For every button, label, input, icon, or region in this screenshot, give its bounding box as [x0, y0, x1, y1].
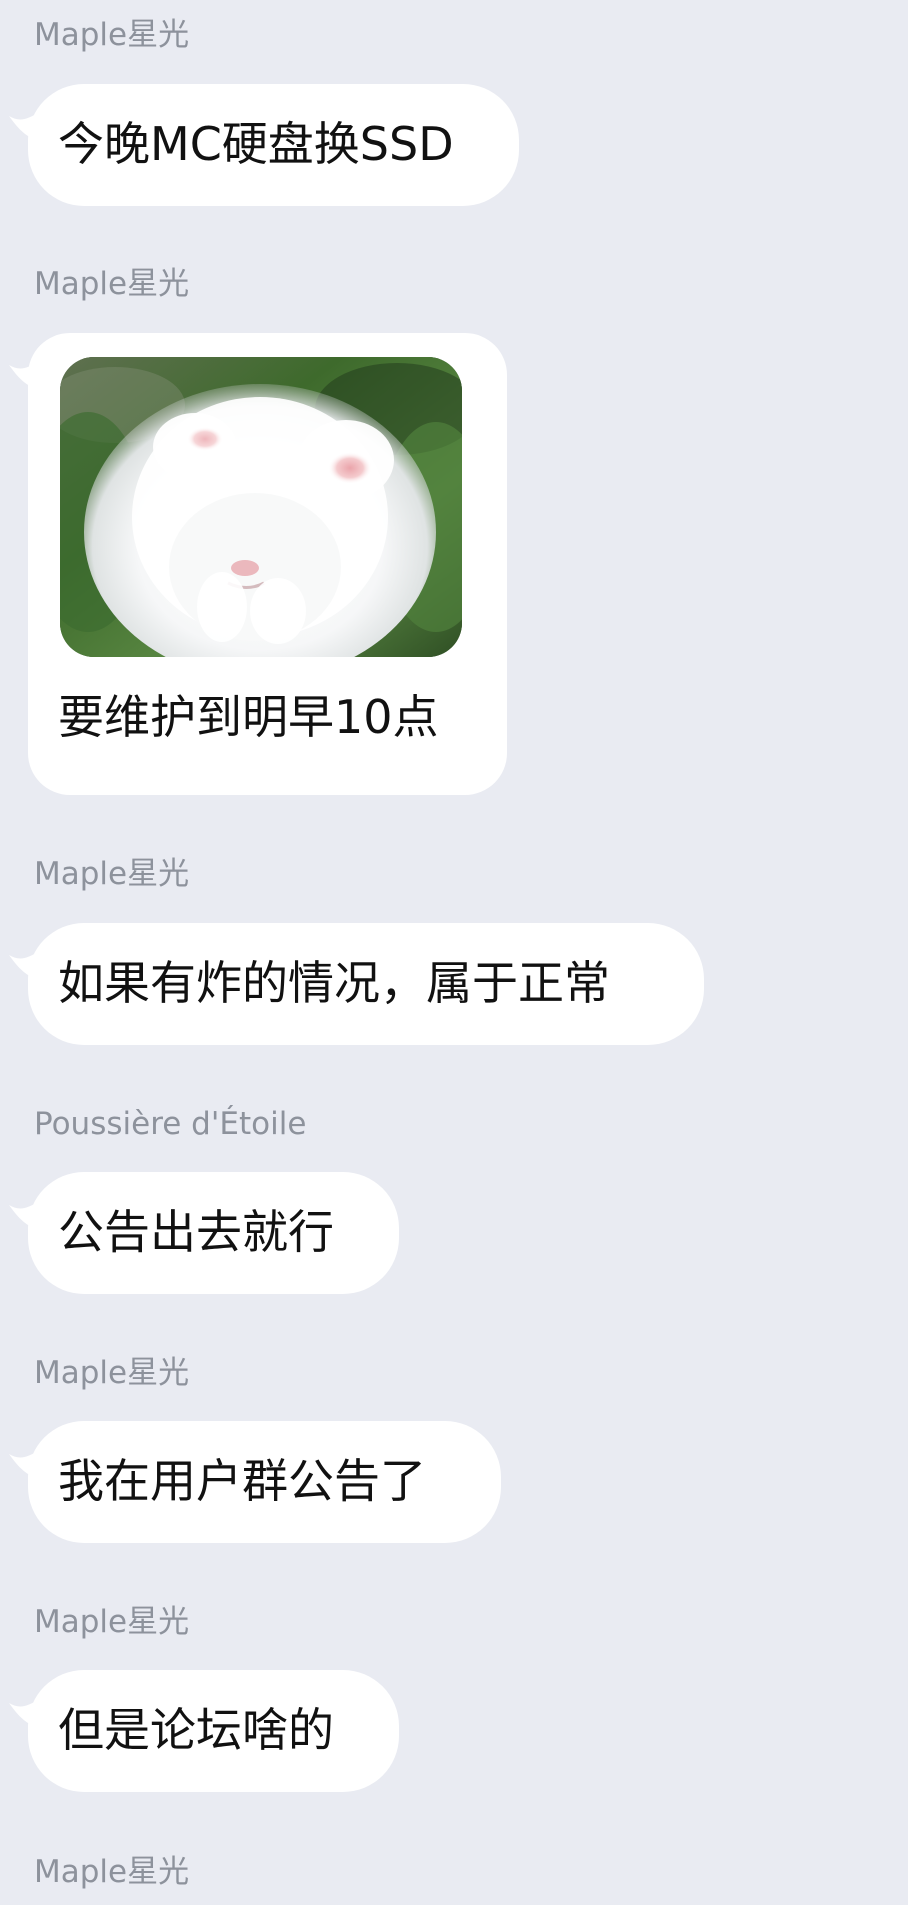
- sender-name: Maple星光: [34, 1854, 190, 1890]
- chat-transcript: Maple星光 今晚MC硬盘换SSD Maple星光 要维护到明早10点 Map…: [0, 0, 908, 1905]
- sender-name: Poussière d'Étoile: [34, 1106, 307, 1142]
- message-bubble[interactable]: 但是论坛啥的: [28, 1670, 399, 1792]
- message-text: 但是论坛啥的: [58, 1703, 334, 1757]
- message-bubble[interactable]: 今晚MC硬盘换SSD: [28, 84, 519, 206]
- message-bubble[interactable]: 如果有炸的情况，属于正常: [28, 923, 704, 1045]
- sender-name: Maple星光: [34, 856, 190, 892]
- sender-name: Maple星光: [34, 1355, 190, 1391]
- message-text: 如果有炸的情况，属于正常: [58, 956, 610, 1010]
- message-text: 我在用户群公告了: [58, 1454, 426, 1508]
- sender-name: Maple星光: [34, 17, 190, 53]
- sender-name: Maple星光: [34, 1604, 190, 1640]
- message-bubble[interactable]: 我在用户群公告了: [28, 1421, 501, 1543]
- message-bubble[interactable]: 公告出去就行: [28, 1172, 399, 1294]
- image-message-bubble[interactable]: 要维护到明早10点: [28, 333, 507, 795]
- sender-name: Maple星光: [34, 266, 190, 302]
- image-caption: 要维护到明早10点: [58, 690, 439, 744]
- fluffy-rabbit-sticker-image[interactable]: [60, 357, 462, 657]
- message-text: 今晚MC硬盘换SSD: [58, 117, 454, 171]
- message-text: 公告出去就行: [58, 1205, 334, 1259]
- rabbit-image-icon: [60, 357, 462, 657]
